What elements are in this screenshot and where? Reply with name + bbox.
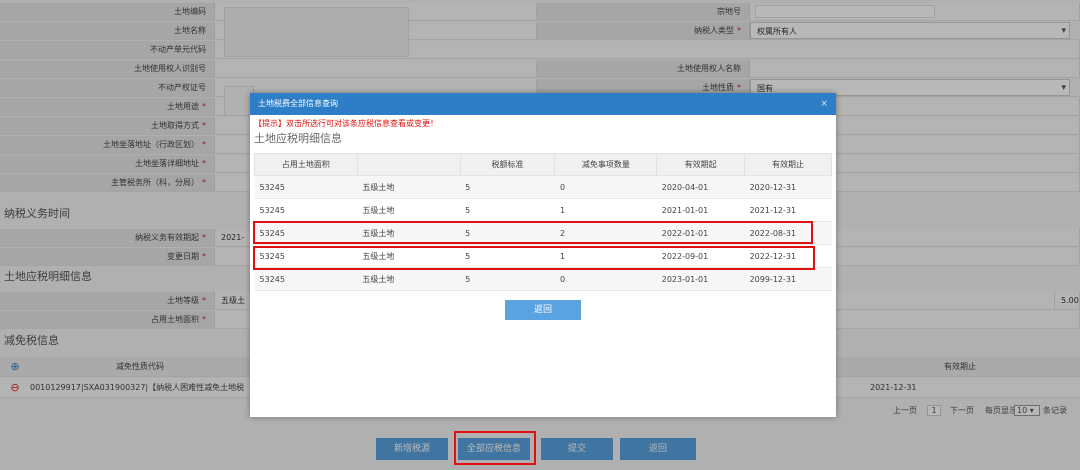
table-cell: 1 bbox=[554, 198, 657, 222]
table-cell: 5 bbox=[460, 175, 555, 199]
table-cell: 五级土地 bbox=[357, 175, 461, 199]
table-cell: 5 bbox=[460, 198, 555, 222]
column-header: 税额标准 bbox=[459, 153, 556, 176]
table-cell: 53245 bbox=[254, 267, 358, 291]
table-cell: 0 bbox=[554, 267, 657, 291]
table-cell: 五级土地 bbox=[357, 221, 461, 245]
table-cell: 2099-12-31 bbox=[744, 267, 832, 291]
table-row[interactable]: 53245 五级土地 5 1 2021-01-01 2021-12-31 bbox=[254, 198, 832, 222]
table-row[interactable]: 53245 五级土地 5 1 2022-09-01 2022-12-31 bbox=[254, 244, 832, 268]
modal-tip: 【提示】双击所选行可对该条应税信息查看或变更！ bbox=[254, 119, 438, 128]
table-cell: 五级土地 bbox=[357, 244, 461, 268]
table-row[interactable]: 53245 五级土地 5 0 2020-04-01 2020-12-31 bbox=[254, 175, 832, 199]
tax-info-modal: 土地税费全部信息查询 × 【提示】双击所选行可对该条应税信息查看或变更！ 土地应… bbox=[250, 93, 836, 417]
table-cell: 五级土地 bbox=[357, 267, 461, 291]
column-header bbox=[356, 153, 461, 176]
modal-header: 土地税费全部信息查询 × bbox=[250, 93, 836, 115]
table-cell: 2020-12-31 bbox=[744, 175, 832, 199]
table-header-row: 占用土地面积 税额标准 减免事项数量 有效期起 有效期止 bbox=[254, 153, 832, 176]
table-cell: 2022-12-31 bbox=[744, 244, 832, 268]
modal-title: 土地税费全部信息查询 bbox=[258, 99, 338, 108]
table-cell: 2 bbox=[554, 221, 657, 245]
column-header: 有效期起 bbox=[656, 153, 746, 176]
close-icon[interactable]: × bbox=[820, 93, 828, 115]
column-header: 占用土地面积 bbox=[254, 153, 358, 176]
column-header: 有效期止 bbox=[744, 153, 832, 176]
table-cell: 2021-01-01 bbox=[656, 198, 745, 222]
table-cell: 1 bbox=[554, 244, 657, 268]
table-row[interactable]: 53245 五级土地 5 2 2022-01-01 2022-08-31 bbox=[254, 221, 832, 245]
table-cell: 2022-08-31 bbox=[744, 221, 832, 245]
table-cell: 2022-01-01 bbox=[656, 221, 745, 245]
column-header: 减免事项数量 bbox=[554, 153, 658, 176]
table-cell: 5 bbox=[460, 221, 555, 245]
table-cell: 2021-12-31 bbox=[744, 198, 832, 222]
table-cell: 5 bbox=[460, 267, 555, 291]
modal-back-button[interactable]: 返回 bbox=[505, 300, 581, 320]
table-cell: 2022-09-01 bbox=[656, 244, 745, 268]
table-cell: 2020-04-01 bbox=[656, 175, 745, 199]
table-cell: 2023-01-01 bbox=[656, 267, 745, 291]
table-row[interactable]: 53245 五级土地 5 0 2023-01-01 2099-12-31 bbox=[254, 267, 832, 291]
table-cell: 53245 bbox=[254, 244, 358, 268]
table-cell: 53245 bbox=[254, 198, 358, 222]
modal-heading: 土地应税明细信息 bbox=[254, 132, 342, 145]
table-cell: 0 bbox=[554, 175, 657, 199]
table-cell: 五级土地 bbox=[357, 198, 461, 222]
table-cell: 53245 bbox=[254, 221, 358, 245]
table-cell: 53245 bbox=[254, 175, 358, 199]
detail-table: 占用土地面积 税额标准 减免事项数量 有效期起 有效期止 53245 五级土地 … bbox=[254, 153, 832, 291]
table-cell: 5 bbox=[460, 244, 555, 268]
